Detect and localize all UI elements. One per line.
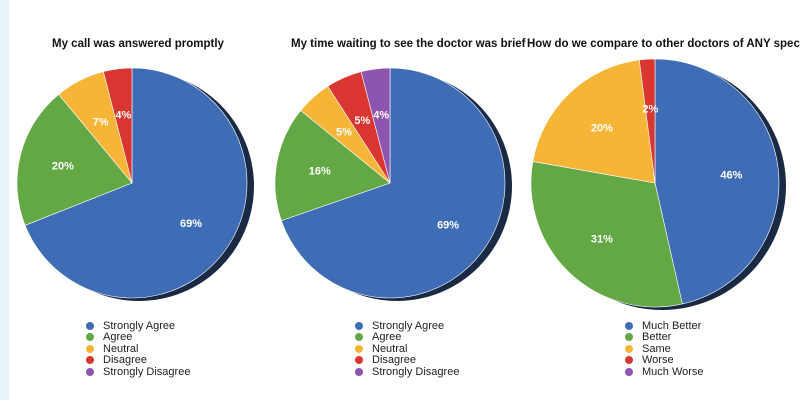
legend-item: Disagree (355, 354, 459, 367)
legend-item: Strongly Disagree (355, 366, 459, 378)
slice-label: 31% (591, 234, 613, 246)
legend-swatch-icon (86, 321, 94, 330)
slice-label: 4% (115, 110, 131, 122)
legend-label: Much Better (642, 319, 702, 332)
slice-label: 20% (591, 122, 613, 134)
slice-label: 5% (336, 127, 352, 139)
legend-item: Agree (86, 331, 190, 344)
legend-swatch-icon (355, 356, 363, 365)
legend-item: Strongly Agree (355, 320, 459, 332)
legend-swatch-icon (86, 367, 94, 376)
legend-label: Agree (372, 331, 402, 344)
legend-item: Disagree (86, 354, 190, 367)
chart-legend: Strongly Agree Agree Neutral Disagree Strong… (86, 320, 190, 378)
legend-label: Disagree (372, 354, 417, 367)
pie-svg: 46% 31% 20% 2% (530, 58, 786, 310)
legend-item: Worse (625, 354, 704, 367)
legend-item: Strongly Agree (86, 320, 190, 332)
legend-swatch-icon (625, 333, 633, 342)
legend-item: Neutral (86, 343, 190, 355)
pie-svg: 69%16%5%5% 4% (274, 67, 512, 301)
legend-swatch-icon (625, 321, 633, 330)
pie-chart-compare-doctors: How do we compare to other doctors of AN… (520, 0, 800, 400)
slice-label: 69% (180, 218, 202, 230)
chart-legend: Much Better Better Same Worse Much Worse (625, 320, 704, 378)
pie-chart-call-answered: My call was answered promptly 69% 20% 7% 4%… (0, 0, 260, 400)
legend-label: Same (642, 342, 671, 355)
slice-label: 7% (93, 117, 109, 129)
legend-swatch-icon (86, 344, 94, 353)
legend-label: Agree (103, 331, 133, 344)
legend-label: Strongly Disagree (103, 365, 191, 378)
legend-swatch-icon (355, 333, 363, 342)
legend-swatch-icon (355, 321, 363, 330)
legend-item: Much Better (625, 320, 704, 332)
legend-item: Agree (355, 331, 459, 344)
legend-label: Strongly Agree (372, 319, 445, 332)
pie-svg: 69% 20% 7% 4% (16, 67, 254, 301)
legend-swatch-icon (625, 356, 633, 365)
legend-item: Same (625, 343, 704, 355)
legend-label: Strongly Agree (103, 319, 176, 332)
slice-label: 4% (373, 110, 389, 122)
slice-label: 46% (720, 169, 742, 181)
legend-item: Much Worse (625, 366, 704, 378)
legend-label: Neutral (103, 342, 139, 355)
legend-label: Better (642, 331, 672, 344)
slice-label: 2% (642, 104, 658, 116)
legend-label: Strongly Disagree (372, 365, 460, 378)
legend-swatch-icon (355, 367, 363, 376)
slice-label: 20% (52, 160, 74, 172)
legend-swatch-icon (625, 367, 633, 376)
legend-swatch-icon (355, 344, 363, 353)
pie-chart-waiting-time: My time waiting to see the doctor was br… (260, 0, 526, 400)
legend-swatch-icon (86, 333, 94, 342)
legend-label: Neutral (372, 342, 408, 355)
legend-item: Better (625, 331, 704, 344)
legend-item: Neutral (355, 343, 459, 355)
legend-label: Much Worse (642, 365, 704, 378)
slice-label: 69% (437, 219, 459, 231)
slice-label: 5% (354, 115, 370, 127)
chart-legend: Strongly Agree Agree Neutral Disagree Strong… (355, 320, 459, 378)
slice-label: 16% (309, 166, 331, 178)
legend-label: Worse (642, 354, 674, 367)
legend-swatch-icon (625, 344, 633, 353)
legend-item: Strongly Disagree (86, 366, 190, 378)
legend-label: Disagree (103, 354, 148, 367)
legend-swatch-icon (86, 356, 94, 365)
